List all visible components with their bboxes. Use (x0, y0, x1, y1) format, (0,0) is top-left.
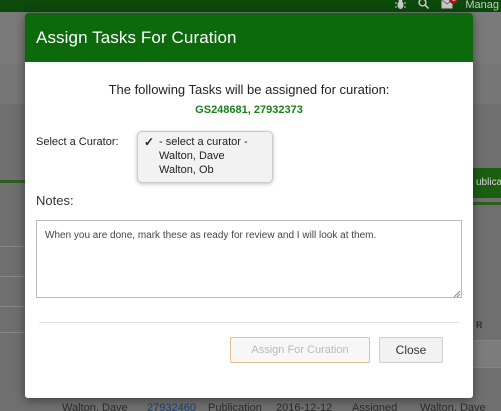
mail-icon[interactable]: 1 (441, 0, 459, 12)
option-label: Walton, Ob (159, 164, 214, 176)
modal-title: Assign Tasks For Curation (25, 13, 473, 62)
table-cell: Publication (208, 402, 262, 411)
navbar-icons: 1 Manag (395, 0, 501, 12)
checkmark-icon: ✓ (144, 135, 155, 149)
notes-label: Notes: (36, 193, 74, 208)
background-row-line (0, 306, 26, 307)
close-button[interactable]: Close (379, 337, 443, 363)
background-row-line (0, 276, 26, 277)
background-section-rule-left (0, 180, 26, 183)
curator-option-walton-ob[interactable]: Walton, Ob (138, 163, 272, 177)
task-id-list: GS248681, 27932373 (195, 104, 303, 116)
table-cell: Walton, Dave (62, 402, 128, 411)
search-icon[interactable] (418, 0, 430, 12)
background-row-line (0, 332, 26, 333)
background-publication-button: ublicat (472, 168, 501, 198)
footer-divider (39, 322, 459, 323)
table-cell: 2016-12-12 (276, 402, 333, 411)
intro-text: The following Tasks will be assigned for… (108, 82, 390, 97)
assign-for-curation-button[interactable]: Assign For Curation (230, 337, 370, 363)
table-cell: Walton, Dave (420, 402, 486, 411)
bug-icon[interactable] (395, 0, 407, 13)
notes-textarea[interactable]: When you are done, mark these as ready f… (36, 220, 462, 298)
top-navbar: 1 Manag (0, 0, 501, 12)
background-column-header: R (476, 320, 483, 330)
notification-badge: 1 (449, 0, 459, 4)
assign-tasks-modal: Assign Tasks For Curation The following … (25, 13, 473, 398)
background-table-row: Walton, Dave 27932460 Publication 2016-1… (0, 400, 501, 411)
option-label: - select a curator - (159, 136, 248, 148)
curator-label: Select a Curator: (36, 136, 119, 148)
table-cell: Assigned (352, 402, 398, 411)
modal-body: The following Tasks will be assigned for… (25, 62, 473, 398)
manage-menu[interactable]: Manag (465, 0, 501, 11)
option-label: Walton, Dave (159, 150, 225, 162)
curator-option-placeholder[interactable]: ✓ - select a curator - (138, 135, 272, 149)
background-row-cell (473, 340, 501, 368)
table-cell-link: 27932460 (147, 402, 196, 411)
curator-select-dropdown[interactable]: ✓ - select a curator - Walton, Dave Walt… (137, 131, 273, 183)
resize-grip-icon[interactable] (453, 290, 461, 298)
curator-option-walton-dave[interactable]: Walton, Dave (138, 149, 272, 163)
background-row-line (0, 246, 26, 247)
background-section-rule-right (473, 202, 501, 205)
